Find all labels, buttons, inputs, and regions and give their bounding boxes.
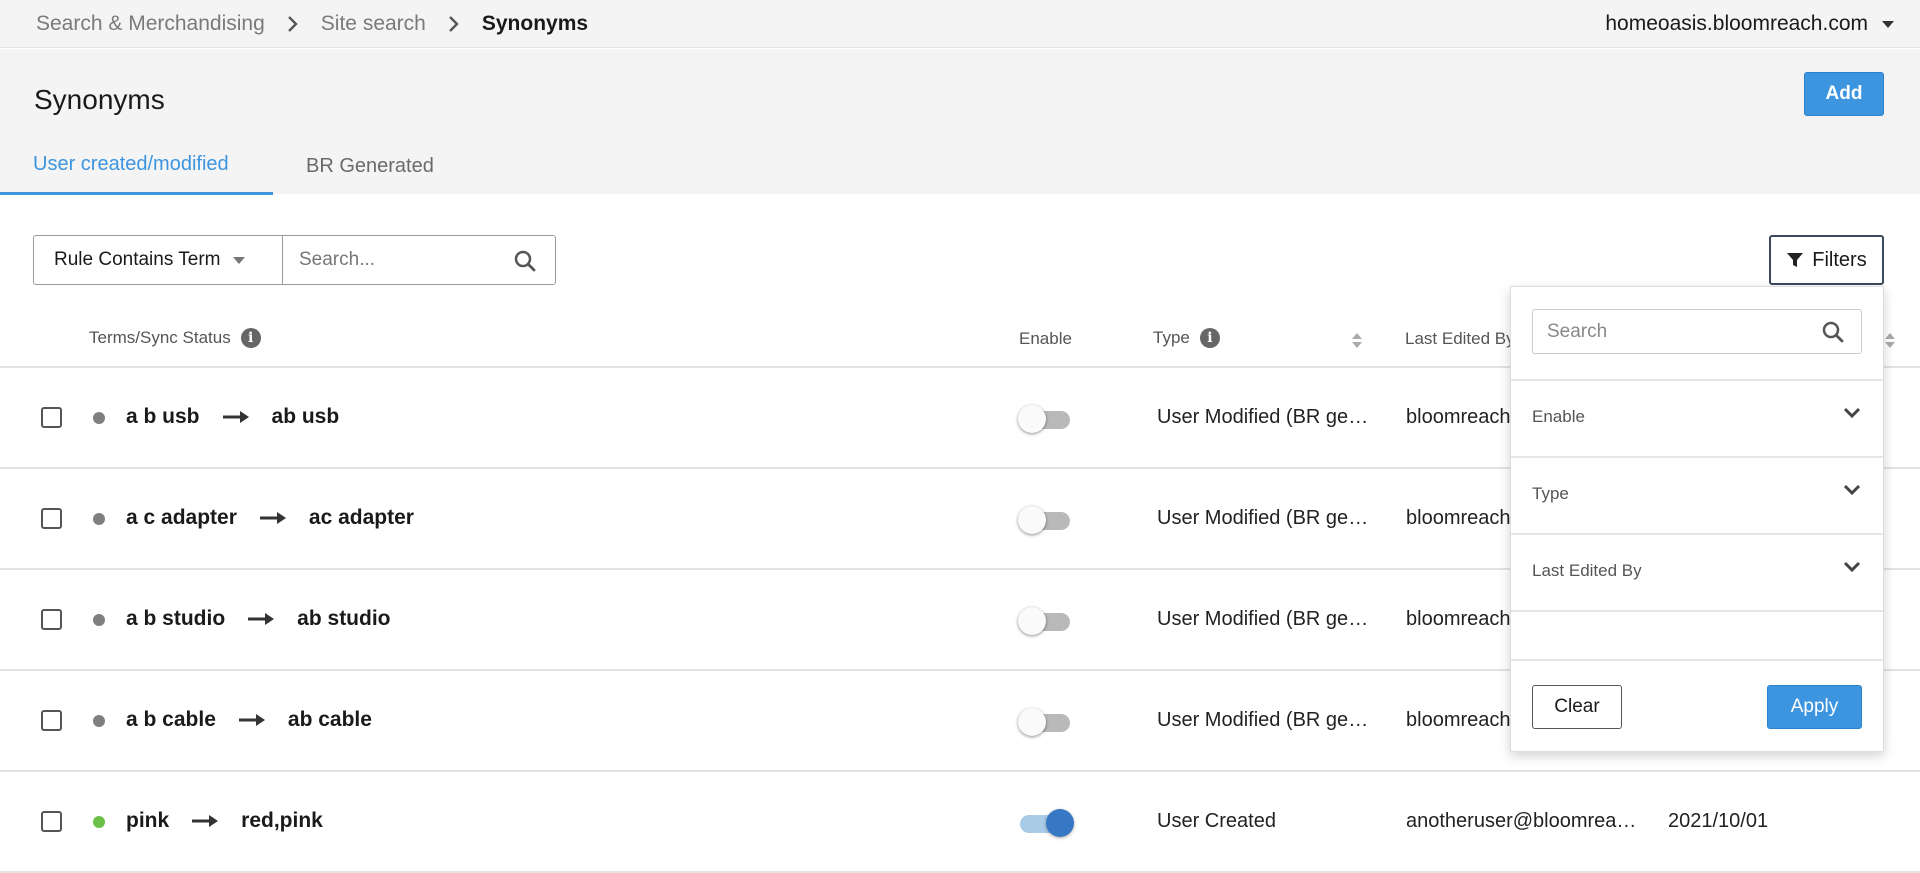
breadcrumb-site-search[interactable]: Site search <box>321 12 426 36</box>
enable-toggle[interactable] <box>1018 506 1072 534</box>
breadcrumb: Search & Merchandising Site search Synon… <box>36 0 588 48</box>
divider <box>1511 659 1883 661</box>
rule-type: User Modified (BR generated) <box>1157 709 1377 731</box>
tab-br-generated[interactable]: BR Generated <box>306 155 434 197</box>
arrow-right-icon <box>192 815 219 827</box>
top-bar: Search & Merchandising Site search Synon… <box>0 0 1920 48</box>
chevron-down-icon <box>1843 484 1861 496</box>
filters-label: Filters <box>1812 248 1867 271</box>
search-input[interactable] <box>299 240 509 280</box>
arrow-right-icon <box>248 613 275 625</box>
filter-section-label: Last Edited By <box>1532 561 1642 580</box>
row-checkbox[interactable] <box>41 710 62 731</box>
search-icon[interactable] <box>513 249 537 273</box>
funnel-icon <box>1787 253 1804 267</box>
divider <box>1511 610 1883 659</box>
filter-section-last-edited-by[interactable]: Last Edited By <box>1511 533 1883 610</box>
column-label: Last Edited By <box>1405 329 1515 348</box>
enable-toggle[interactable] <box>1018 708 1072 736</box>
synonym-from-term: a b studio <box>126 607 226 630</box>
synonym-to-term: ab cable <box>287 708 372 731</box>
info-icon[interactable]: i <box>1199 328 1220 348</box>
synonym-from-term: a b usb <box>126 405 200 428</box>
column-label: Enable <box>1019 329 1072 348</box>
chevron-right-icon <box>426 15 482 33</box>
filter-section-label: Type <box>1532 484 1569 503</box>
clear-button[interactable]: Clear <box>1532 685 1622 729</box>
rule-type: User Modified (BR generated) <box>1157 406 1377 428</box>
arrow-right-icon <box>238 714 265 726</box>
breadcrumb-synonyms: Synonyms <box>481 12 589 35</box>
row-checkbox[interactable] <box>41 811 62 832</box>
row-checkbox[interactable] <box>41 508 62 529</box>
enable-toggle[interactable] <box>1018 809 1074 837</box>
page-header: Synonyms Add User created/modified BR Ge… <box>0 49 1920 197</box>
info-icon[interactable]: i <box>240 328 261 348</box>
synonym-to-term: red,pink <box>241 809 323 832</box>
filter-search-box <box>1532 309 1862 354</box>
synonym-to-term: ab usb <box>271 405 340 428</box>
tab-user-created-modified[interactable]: User created/modified <box>0 153 273 195</box>
search-icon[interactable] <box>1821 320 1845 344</box>
synonym-to-term: ac adapter <box>308 506 414 529</box>
account-selector[interactable]: homeoasis.bloomreach.com <box>1605 0 1894 48</box>
chevron-right-icon <box>265 15 321 33</box>
synonym-rule[interactable]: a b cable ab cable <box>126 708 372 732</box>
synonym-rule[interactable]: a c adapter ac adapter <box>126 506 414 530</box>
rule-type-select[interactable]: Rule Contains Term <box>33 235 283 285</box>
enable-toggle[interactable] <box>1018 607 1072 635</box>
sort-icon[interactable] <box>1352 333 1362 348</box>
last-edited-date: 2021/10/01 <box>1668 810 1769 832</box>
column-label: Terms/Sync Status <box>89 328 231 347</box>
add-button[interactable]: Add <box>1804 72 1884 116</box>
synonym-from-term: a c adapter <box>126 506 237 529</box>
chevron-down-icon <box>1843 407 1861 419</box>
filter-section-type[interactable]: Type <box>1511 456 1883 533</box>
synonym-rule[interactable]: pink red,pink <box>126 809 323 833</box>
arrow-right-icon <box>259 512 286 524</box>
sync-status-dot <box>93 715 105 727</box>
caret-down-icon <box>232 256 245 264</box>
filter-search-input[interactable] <box>1547 312 1807 352</box>
rule-type-label: Rule Contains Term <box>54 249 221 270</box>
sync-status-dot <box>93 816 105 828</box>
synonym-to-term: ab studio <box>297 607 391 630</box>
synonym-rule[interactable]: a b studio ab studio <box>126 607 391 631</box>
column-header-last-edited-by[interactable]: Last Edited By <box>1405 329 1515 349</box>
page-title: Synonyms <box>34 84 165 115</box>
rule-type: User Created <box>1157 810 1276 832</box>
apply-button[interactable]: Apply <box>1767 685 1862 729</box>
table-row[interactable]: pink red,pink User Created anotheruser@bloo… <box>0 772 1920 873</box>
row-checkbox[interactable] <box>41 609 62 630</box>
enable-toggle[interactable] <box>1018 405 1072 433</box>
sync-status-dot <box>93 412 105 424</box>
synonym-from-term: pink <box>126 809 170 832</box>
sync-status-dot <box>93 513 105 525</box>
sort-icon[interactable] <box>1885 333 1895 348</box>
synonym-rule[interactable]: a b usb ab usb <box>126 405 339 429</box>
filters-button[interactable]: Filters <box>1769 235 1884 285</box>
rule-type: User Modified (BR generated) <box>1157 507 1377 529</box>
search-box <box>282 235 556 285</box>
column-header-type[interactable]: Type i <box>1153 328 1220 348</box>
column-label: Type <box>1153 328 1190 347</box>
filter-dropdown-panel: Enable Type Last Edited By Clear Apply <box>1510 286 1884 752</box>
last-edited-by: anotheruser@bloomreach.com <box>1406 810 1646 832</box>
caret-down-icon <box>1882 20 1894 28</box>
synonym-from-term: a b cable <box>126 708 216 731</box>
breadcrumb-search-merchandising[interactable]: Search & Merchandising <box>36 12 265 36</box>
filter-section-enable[interactable]: Enable <box>1511 379 1883 456</box>
column-header-terms: Terms/Sync Status i <box>89 328 261 348</box>
chevron-down-icon <box>1843 561 1861 573</box>
row-checkbox[interactable] <box>41 407 62 428</box>
filter-section-label: Enable <box>1532 407 1585 426</box>
arrow-right-icon <box>222 411 249 423</box>
account-domain: homeoasis.bloomreach.com <box>1605 12 1868 35</box>
sync-status-dot <box>93 614 105 626</box>
column-header-enable: Enable <box>1019 329 1072 349</box>
rule-type: User Modified (BR generated) <box>1157 608 1377 630</box>
